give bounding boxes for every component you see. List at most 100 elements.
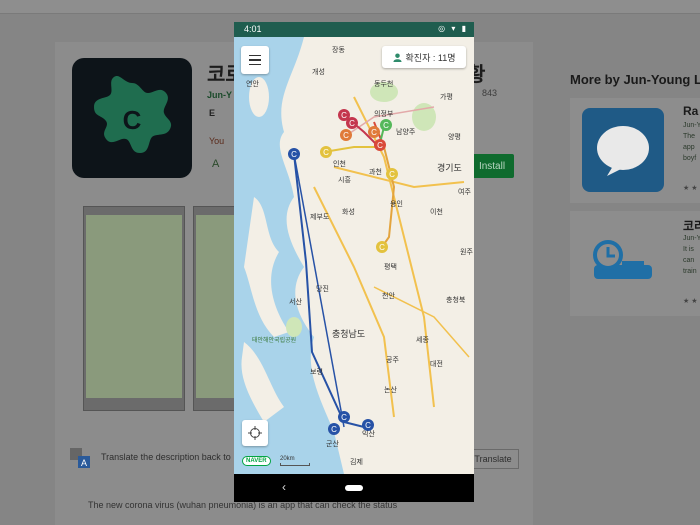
related-app-info: Jun-Y It is can train xyxy=(683,235,700,275)
map-label: 충청북 xyxy=(446,297,466,304)
svg-text:C: C xyxy=(343,131,349,140)
naver-logo: NAVER xyxy=(242,456,271,466)
crosshair-icon xyxy=(248,426,262,440)
related-app-name: 코리 xyxy=(683,219,700,233)
map-label: 태안해안국립공원 xyxy=(252,338,297,344)
case-marker[interactable]: C xyxy=(368,126,380,138)
status-time: 4:01 xyxy=(244,24,262,34)
chat-bubble-icon xyxy=(582,108,664,192)
map-label: 여주 xyxy=(458,189,471,196)
wishlist-button[interactable]: A xyxy=(212,158,219,170)
svg-text:C: C xyxy=(349,119,355,128)
map-label: 양평 xyxy=(448,134,461,141)
store-top-bar xyxy=(0,0,700,14)
map-label: 공주 xyxy=(386,357,399,364)
more-by-heading: More by Jun-Young Le xyxy=(570,72,700,87)
related-app-info: Jun-Y The app boyf xyxy=(683,122,700,162)
map-label: 시흥 xyxy=(338,177,351,184)
virus-c-icon: C xyxy=(94,76,172,153)
screenshot-thumbnail[interactable] xyxy=(83,206,185,411)
hamburger-icon xyxy=(249,54,261,57)
map-view[interactable]: C C C C C C C C C C C C C 장동 개성 연안 동두천 가… xyxy=(234,37,474,474)
menu-button[interactable] xyxy=(241,46,269,74)
map-label: 과천 xyxy=(369,169,382,176)
map-label: 평택 xyxy=(384,264,397,271)
svg-text:A: A xyxy=(81,458,87,468)
case-marker[interactable]: C xyxy=(338,411,350,423)
rating-count: 843 xyxy=(482,88,498,98)
map-label: 의정부 xyxy=(374,111,394,118)
map-label: 서산 xyxy=(289,299,302,306)
svg-text:C: C xyxy=(371,128,377,137)
compatibility-warning: You xyxy=(209,136,225,146)
map-label: 이천 xyxy=(430,209,443,216)
map-label: 원주 xyxy=(460,249,473,256)
map-label: 용인 xyxy=(390,201,403,208)
svg-text:C: C xyxy=(377,141,383,150)
map-scale: 20km xyxy=(280,456,295,462)
case-marker[interactable]: C xyxy=(288,148,300,160)
map-label: 경기도 xyxy=(437,163,462,173)
developer-link[interactable]: Jun-Y xyxy=(207,90,232,100)
case-marker[interactable]: C xyxy=(340,129,352,141)
translate-button[interactable]: Translate xyxy=(467,449,519,469)
back-icon[interactable]: ‹ xyxy=(282,480,286,494)
map-label: 개성 xyxy=(312,69,325,76)
map-label: 천안 xyxy=(382,293,395,300)
confirmed-count-badge[interactable]: 확진자 : 11명 xyxy=(382,46,466,68)
map-label: 논산 xyxy=(384,387,397,394)
svg-text:C: C xyxy=(389,170,395,179)
svg-text:C: C xyxy=(379,243,385,252)
svg-text:C: C xyxy=(291,150,297,159)
related-app-stars: ★ ★ xyxy=(683,185,698,192)
svg-text:C: C xyxy=(323,148,329,157)
map-label: 군산 xyxy=(326,441,339,448)
map-label: 가평 xyxy=(440,94,453,101)
map-label: 인천 xyxy=(333,161,346,168)
case-marker[interactable]: C xyxy=(346,117,358,129)
related-app-card[interactable]: Ra Jun-Y The app boyf ★ ★ xyxy=(570,98,700,203)
svg-text:C: C xyxy=(341,111,347,120)
content-rating-badge: E xyxy=(209,108,216,118)
map-label: 대전 xyxy=(430,361,443,368)
related-app-stars: ★ ★ xyxy=(683,298,698,305)
map-canvas: C C C C C C C C C C C C C xyxy=(234,37,470,474)
map-label: 당진 xyxy=(316,286,329,293)
map-label: 연안 xyxy=(246,81,259,88)
translate-description: Translate the description back to xyxy=(101,452,231,462)
home-pill-icon[interactable] xyxy=(345,485,363,491)
map-label: 보령 xyxy=(310,369,323,376)
svg-text:C: C xyxy=(383,121,389,130)
svg-text:C: C xyxy=(123,105,142,135)
status-bar: 4:01 ◎ ▾ ▮ xyxy=(234,22,474,37)
install-button[interactable]: Install xyxy=(470,154,514,178)
locate-me-button[interactable] xyxy=(242,420,268,446)
svg-text:C: C xyxy=(341,413,347,422)
related-app-card[interactable]: 코리 Jun-Y It is can train ★ ★ xyxy=(570,211,700,316)
map-label: 장동 xyxy=(332,47,345,54)
map-label: 동두천 xyxy=(374,81,394,88)
case-marker[interactable]: C xyxy=(380,119,392,131)
translate-icon: A xyxy=(70,448,90,468)
map-label: 제부도 xyxy=(310,214,330,221)
map-label: 화성 xyxy=(342,209,355,216)
case-marker[interactable]: C xyxy=(328,423,340,435)
case-marker[interactable]: C xyxy=(320,146,332,158)
status-icons: ◎ ▾ ▮ xyxy=(438,24,468,33)
case-marker[interactable]: C xyxy=(374,139,386,151)
android-nav-bar: ‹ xyxy=(234,474,474,502)
person-icon xyxy=(392,52,402,62)
map-label: 김제 xyxy=(350,459,363,466)
related-app-name: Ra xyxy=(683,104,699,118)
clock-train-icon xyxy=(582,221,664,305)
map-scale-bar xyxy=(280,463,310,466)
map-label: 익산 xyxy=(362,431,375,438)
map-label: 세종 xyxy=(416,337,429,344)
phone-screenshot: 4:01 ◎ ▾ ▮ C C C C C C C C C C C C C 장동 … xyxy=(234,22,474,502)
case-marker[interactable]: C xyxy=(376,241,388,253)
case-marker[interactable]: C xyxy=(386,168,398,180)
confirmed-count-text: 확진자 : 11명 xyxy=(405,52,456,63)
svg-text:C: C xyxy=(331,425,337,434)
app-icon: C xyxy=(72,58,192,178)
map-label: 충청남도 xyxy=(332,329,366,339)
